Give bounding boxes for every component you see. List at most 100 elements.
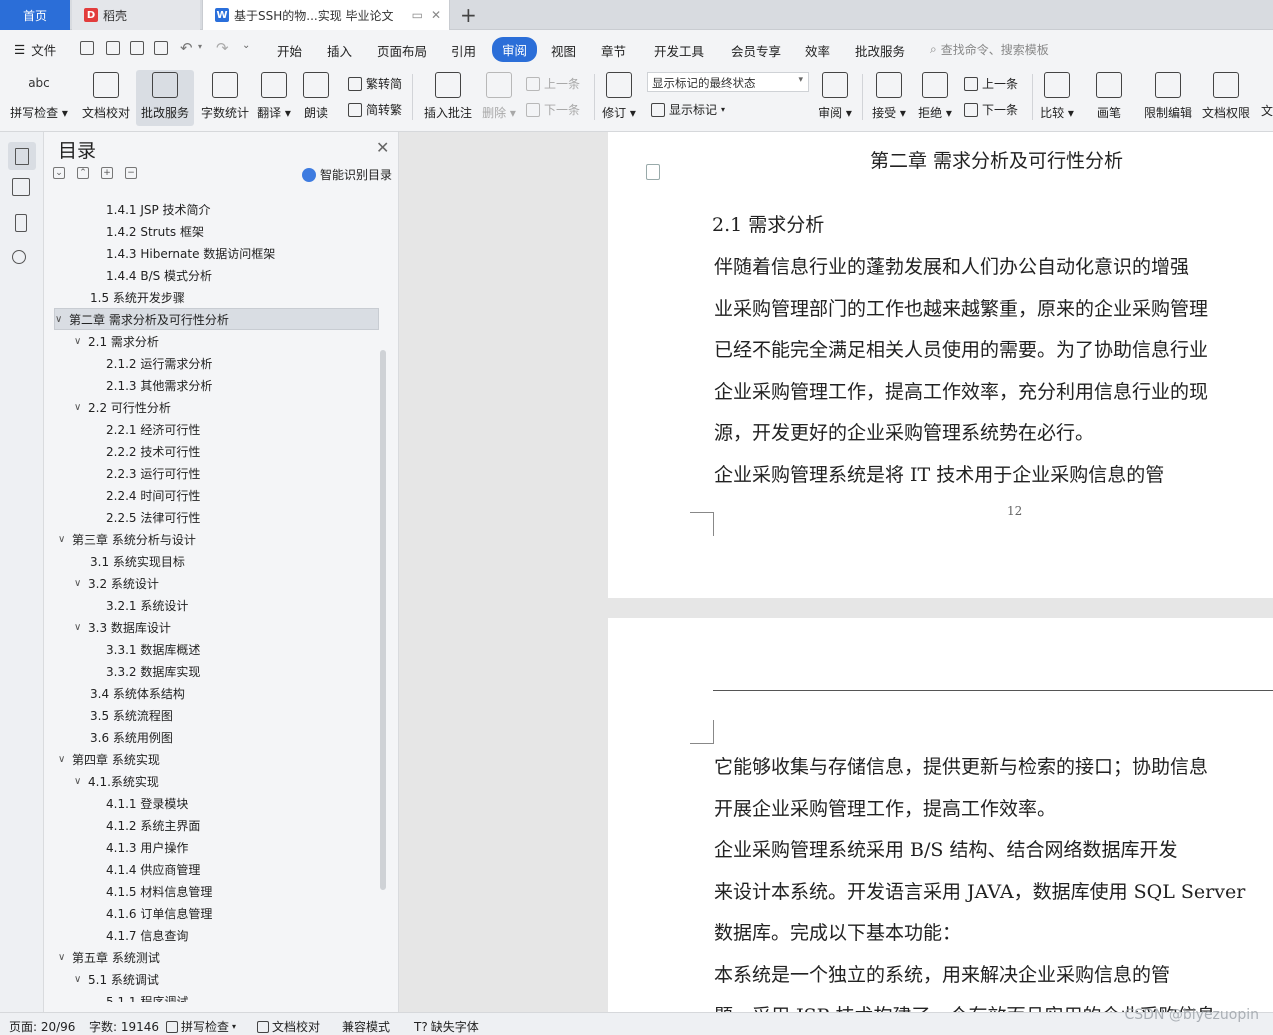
chevron-down-icon[interactable]: ∨ xyxy=(74,402,88,413)
toc-item[interactable]: 2.2.4 时间可行性 xyxy=(106,484,200,506)
toc-item[interactable]: 1.4.2 Struts 框架 xyxy=(106,220,204,242)
tab-home[interactable]: 首页 xyxy=(0,0,70,30)
chevron-down-icon[interactable]: ∨ xyxy=(58,952,72,963)
toc-item[interactable]: 3.5 系统流程图 xyxy=(90,704,173,726)
accept-button[interactable]: 接受 ▾ xyxy=(868,70,910,126)
toc-item[interactable]: 3.4 系统体系结构 xyxy=(90,682,185,704)
missing-font[interactable]: T? 缺失字体 xyxy=(414,1018,479,1035)
toc-item[interactable]: ∨ 第五章 系统测试 xyxy=(58,946,160,968)
close-icon[interactable]: ✕ xyxy=(376,138,389,157)
read-aloud-button[interactable]: 朗读 xyxy=(294,70,338,126)
doc-proof-button[interactable]: 文档校对 xyxy=(77,70,135,126)
remove-heading-icon[interactable]: − xyxy=(125,167,137,179)
chevron-down-icon[interactable]: ∨ xyxy=(74,974,88,985)
menu-efficiency[interactable]: 效率 xyxy=(805,41,830,60)
chevron-down-icon[interactable]: ∨ xyxy=(74,336,88,347)
toc-item[interactable]: 2.2.1 经济可行性 xyxy=(106,418,200,440)
to-simplified-button[interactable]: 简转繁 xyxy=(348,101,402,118)
status-spellcheck[interactable]: 拼写检查 ▾ xyxy=(166,1018,236,1035)
toc-item[interactable]: 3.3.1 数据库概述 xyxy=(106,638,200,660)
toc-item[interactable]: ∨ 4.1.系统实现 xyxy=(74,770,159,792)
page-options-icon[interactable] xyxy=(646,164,660,180)
print-preview-icon[interactable] xyxy=(154,41,168,55)
translate-button[interactable]: 翻译 ▾ xyxy=(250,70,298,126)
search-icon[interactable] xyxy=(12,250,26,264)
more-chevron-icon[interactable]: ⌄ xyxy=(242,40,250,51)
toc-item[interactable]: 2.2.5 法律可行性 xyxy=(106,506,200,528)
collapse-all-icon[interactable]: ⌄ xyxy=(53,167,65,179)
toc-item[interactable]: 2.1.3 其他需求分析 xyxy=(106,374,212,396)
spellcheck-button[interactable]: abc 拼写检查 ▾ xyxy=(8,70,70,126)
menu-insert[interactable]: 插入 xyxy=(327,41,352,60)
toc-item[interactable]: 3.3.2 数据库实现 xyxy=(106,660,200,682)
toc-item[interactable]: 1.4.1 JSP 技术简介 xyxy=(106,198,211,220)
to-traditional-button[interactable]: 繁转简 xyxy=(348,75,402,92)
save-icon[interactable] xyxy=(80,41,94,55)
word-count-button[interactable]: 字数统计 xyxy=(196,70,254,126)
toc-item[interactable]: 4.1.1 登录模块 xyxy=(106,792,188,814)
toc-item[interactable]: 5.1.1 程序调试 xyxy=(106,990,188,1003)
toc-item[interactable]: 3.2.1 系统设计 xyxy=(106,594,188,616)
chevron-down-icon[interactable]: ∨ xyxy=(74,622,88,633)
toc-item[interactable]: 4.1.3 用户操作 xyxy=(106,836,188,858)
menu-start[interactable]: 开始 xyxy=(277,41,302,60)
redo-icon[interactable]: ↷ xyxy=(216,39,229,57)
review-pane-button[interactable]: 审阅 ▾ xyxy=(814,70,856,126)
pen-button[interactable]: 画笔 xyxy=(1088,70,1130,126)
menu-page-layout[interactable]: 页面布局 xyxy=(377,41,427,60)
status-proof[interactable]: 文档校对 xyxy=(257,1018,320,1035)
toc-item[interactable]: 2.1.2 运行需求分析 xyxy=(106,352,212,374)
undo-dropdown-icon[interactable]: ▾ xyxy=(198,42,202,51)
menu-chapter[interactable]: 章节 xyxy=(601,41,626,60)
correction-service-button[interactable]: 批改服务 xyxy=(136,70,194,126)
reject-button[interactable]: 拒绝 ▾ xyxy=(914,70,956,126)
menu-view[interactable]: 视图 xyxy=(551,41,576,60)
command-search[interactable]: ⌕ 查找命令、搜索模板 xyxy=(930,41,1049,58)
revise-button[interactable]: 修订 ▾ xyxy=(598,70,640,126)
more-ribbon-button[interactable]: 文 xyxy=(1261,102,1273,119)
toc-item[interactable]: 1.5 系统开发步骤 xyxy=(90,286,185,308)
show-markup-button[interactable]: 显示标记 ▾ xyxy=(651,101,725,118)
menu-developer[interactable]: 开发工具 xyxy=(654,41,704,60)
export-pdf-icon[interactable] xyxy=(106,41,120,55)
menu-member[interactable]: 会员专享 xyxy=(731,41,781,60)
toc-item[interactable]: ∨ 第二章 需求分析及可行性分析 xyxy=(54,308,379,330)
toc-item[interactable]: ∨ 2.2 可行性分析 xyxy=(74,396,171,418)
toc-scrollbar[interactable] xyxy=(380,350,386,890)
page-indicator[interactable]: 页面: 20/96 xyxy=(9,1018,75,1035)
toc-item[interactable]: ∨ 3.3 数据库设计 xyxy=(74,616,171,638)
toc-item[interactable]: 3.1 系统实现目标 xyxy=(90,550,185,572)
chevron-down-icon[interactable]: ∨ xyxy=(74,776,88,787)
toc-item[interactable]: ∨ 3.2 系统设计 xyxy=(74,572,159,594)
undo-icon[interactable]: ↶ xyxy=(180,39,193,57)
doc-permission-button[interactable]: 文档权限 xyxy=(1198,70,1254,126)
word-count-indicator[interactable]: 字数: 19146 xyxy=(89,1018,159,1035)
add-heading-icon[interactable]: + xyxy=(101,167,113,179)
menu-reference[interactable]: 引用 xyxy=(451,41,476,60)
toc-item[interactable]: 4.1.7 信息查询 xyxy=(106,924,188,946)
prev-comment-button[interactable]: 上一条 xyxy=(526,75,580,92)
chevron-down-icon[interactable]: ∨ xyxy=(55,314,69,325)
toc-item[interactable]: ∨ 2.1 需求分析 xyxy=(74,330,159,352)
smart-toc-button[interactable]: 智能识别目录 xyxy=(302,166,392,183)
toc-item[interactable]: 2.2.3 运行可行性 xyxy=(106,462,200,484)
close-tab-icon[interactable]: ✕ xyxy=(431,8,441,22)
toc-item[interactable]: 1.4.3 Hibernate 数据访问框架 xyxy=(106,242,275,264)
toc-item[interactable]: 4.1.4 供应商管理 xyxy=(106,858,200,880)
new-tab-button[interactable]: + xyxy=(460,3,477,27)
markup-state-select[interactable]: 显示标记的最终状态 ▾ xyxy=(647,72,809,92)
navigation-pane-icon[interactable] xyxy=(12,178,30,196)
menu-review[interactable]: 审阅 xyxy=(492,37,538,62)
toc-panel-icon[interactable] xyxy=(8,142,36,170)
toc-item[interactable]: 4.1.2 系统主界面 xyxy=(106,814,200,836)
chevron-down-icon[interactable]: ∨ xyxy=(58,754,72,765)
toc-item[interactable]: ∨ 5.1 系统调试 xyxy=(74,968,159,990)
print-icon[interactable] xyxy=(130,41,144,55)
toc-item[interactable]: 4.1.5 材料信息管理 xyxy=(106,880,212,902)
tab-daoke[interactable]: D 稻壳 xyxy=(72,0,200,30)
menu-correction[interactable]: 批改服务 xyxy=(855,41,905,60)
next-change-button[interactable]: 下一条 xyxy=(964,101,1018,118)
bookmark-icon[interactable] xyxy=(15,214,27,232)
restrict-edit-button[interactable]: 限制编辑 xyxy=(1140,70,1196,126)
toc-item[interactable]: 3.6 系统用例图 xyxy=(90,726,173,748)
